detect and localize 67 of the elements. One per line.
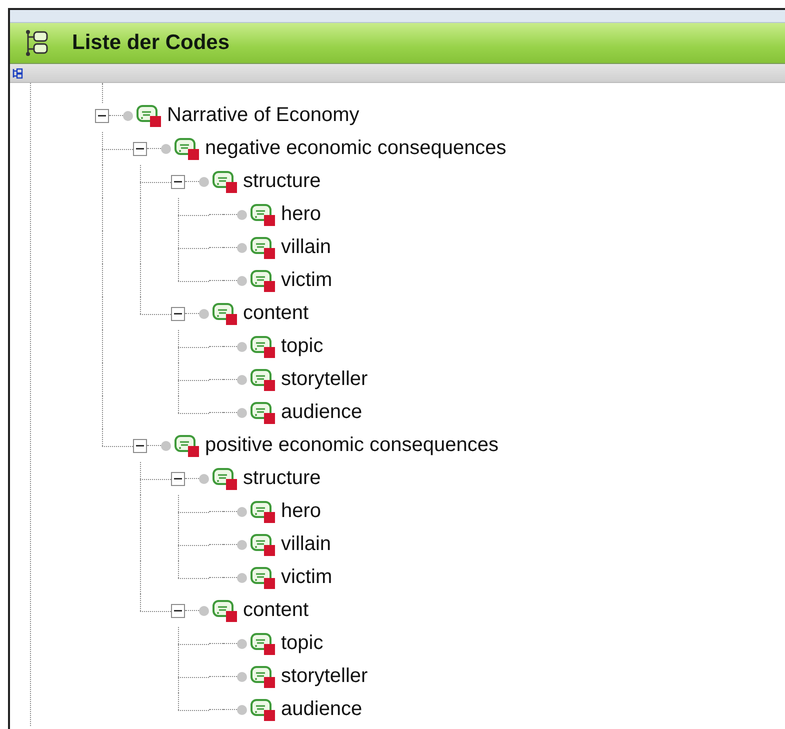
code-label[interactable]: villain [281, 236, 332, 259]
tree-view-icon[interactable] [12, 68, 23, 78]
collapse-toggle[interactable] [133, 142, 147, 156]
code-label[interactable]: villain [281, 533, 332, 556]
memo-dot-icon [237, 342, 247, 352]
memo-dot-icon [161, 440, 171, 450]
code-label[interactable]: storyteller [281, 368, 368, 391]
code-label[interactable]: content [243, 302, 309, 325]
memo-dot-icon [237, 672, 247, 682]
code-label[interactable]: structure [243, 467, 321, 490]
memo-dot-icon [123, 110, 133, 120]
collapse-toggle[interactable] [95, 108, 109, 122]
code-icon [174, 136, 200, 160]
code-icon [250, 698, 276, 722]
code-icon [250, 632, 276, 656]
memo-dot-icon [237, 408, 247, 418]
memo-dot-icon [237, 374, 247, 384]
code-icon [250, 202, 276, 226]
code-icon [250, 500, 276, 524]
memo-dot-icon [237, 704, 247, 714]
code-label[interactable]: hero [281, 203, 322, 226]
code-icon [250, 664, 276, 688]
code-icon [250, 334, 276, 358]
collapse-toggle[interactable] [171, 472, 185, 486]
code-label[interactable]: audience [281, 401, 362, 424]
code-label[interactable]: hero [281, 500, 322, 523]
collapse-toggle[interactable] [171, 604, 185, 618]
code-label[interactable]: content [243, 599, 309, 622]
memo-dot-icon [237, 242, 247, 252]
collapse-toggle[interactable] [171, 306, 185, 320]
memo-dot-icon [199, 606, 209, 616]
memo-dot-icon [199, 308, 209, 318]
code-label[interactable]: topic [281, 335, 324, 358]
code-icon [250, 368, 276, 392]
code-icon [212, 466, 238, 490]
memo-dot-icon [237, 276, 247, 286]
code-icon [212, 598, 238, 622]
memo-dot-icon [237, 506, 247, 516]
code-label[interactable]: victim [281, 269, 332, 292]
code-label[interactable]: storyteller [281, 665, 368, 688]
memo-dot-icon [237, 638, 247, 648]
code-icon [174, 434, 200, 458]
code-tree-icon [24, 29, 50, 57]
memo-dot-icon [199, 176, 209, 186]
code-label[interactable]: structure [243, 170, 321, 193]
code-label[interactable]: topic [281, 632, 324, 655]
collapse-toggle[interactable] [133, 438, 147, 452]
memo-dot-icon [237, 210, 247, 220]
memo-dot-icon [237, 572, 247, 582]
code-icon [136, 104, 162, 128]
code-label[interactable]: audience [281, 698, 362, 721]
code-label[interactable]: negative economic consequences [205, 137, 506, 160]
memo-dot-icon [161, 144, 171, 154]
code-label[interactable]: victim [281, 566, 332, 589]
collapse-toggle[interactable] [171, 174, 185, 188]
panel-title: Liste der Codes [72, 31, 230, 55]
code-icon [250, 532, 276, 556]
code-icon [250, 268, 276, 292]
code-icon [250, 400, 276, 424]
code-label[interactable]: Narrative of Economy [167, 104, 360, 127]
code-label[interactable]: positive economic consequences [205, 434, 499, 457]
code-icon [250, 566, 276, 590]
memo-dot-icon [199, 474, 209, 484]
code-icon [250, 236, 276, 260]
memo-dot-icon [237, 540, 247, 550]
code-icon [212, 302, 238, 326]
code-icon [212, 170, 238, 194]
